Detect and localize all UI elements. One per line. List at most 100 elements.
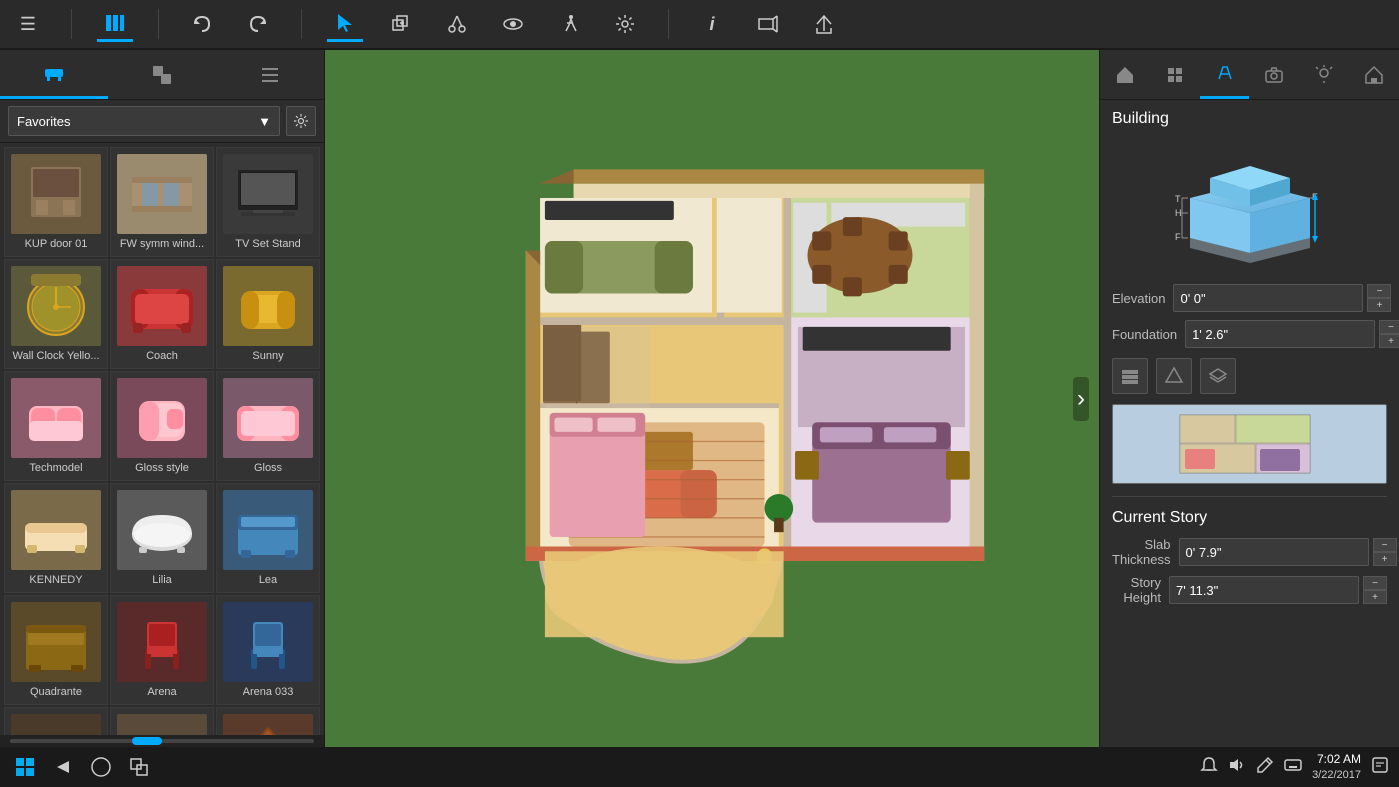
view3d-icon[interactable] <box>750 6 786 42</box>
elevation-input[interactable] <box>1173 284 1363 312</box>
expand-arrow[interactable]: › <box>1073 377 1089 421</box>
multitask-button[interactable] <box>124 752 154 782</box>
foundation-row: Foundation − + <box>1112 320 1387 348</box>
svg-text:F: F <box>1175 232 1181 242</box>
elevation-row: Elevation − + <box>1112 284 1387 312</box>
list-item[interactable]: KENNEDY <box>4 483 108 593</box>
clock-display: 7:02 AM 3/22/2017 <box>1312 752 1361 782</box>
duplicate-icon[interactable] <box>383 6 419 42</box>
slab-thickness-row: Slab Thickness − + <box>1112 537 1387 567</box>
list-item[interactable]: Arena <box>110 595 214 705</box>
elevation-label: Elevation <box>1112 291 1173 306</box>
scrollbar-thumb[interactable] <box>132 737 162 745</box>
back-button[interactable] <box>48 752 78 782</box>
foundation-increase-btn[interactable]: + <box>1379 334 1399 348</box>
slab-thickness-input[interactable] <box>1179 538 1369 566</box>
tab-objects[interactable] <box>1150 50 1200 99</box>
tab-paint[interactable] <box>1200 50 1250 99</box>
tab-list[interactable] <box>216 50 324 99</box>
windows-start-button[interactable] <box>10 752 40 782</box>
building-preview: T H F E <box>1112 138 1387 268</box>
item-label: Lilia <box>152 574 172 586</box>
list-item[interactable]: Wall Clock Yello... <box>4 259 108 369</box>
cut-icon[interactable] <box>439 6 475 42</box>
eye-icon[interactable] <box>495 6 531 42</box>
list-item[interactable]: Gloss style <box>110 371 214 481</box>
svg-text:H: H <box>1175 208 1182 218</box>
taskbar-left <box>10 752 154 782</box>
list-item[interactable]: Quadrante <box>4 595 108 705</box>
list-item[interactable]: KUP door 01 <box>4 147 108 257</box>
home-circle-button[interactable] <box>86 752 116 782</box>
tab-materials[interactable] <box>108 50 216 99</box>
redo-icon[interactable] <box>240 6 276 42</box>
list-item[interactable]: Gloss <box>216 371 320 481</box>
settings-icon[interactable] <box>607 6 643 42</box>
item-label: KENNEDY <box>29 574 82 586</box>
item-label: Gloss <box>254 462 282 474</box>
tab-home[interactable] <box>1349 50 1399 99</box>
list-item[interactable]: Lilia <box>110 483 214 593</box>
story-height-input[interactable] <box>1169 576 1359 604</box>
taskbar: 7:02 AM 3/22/2017 <box>0 747 1399 787</box>
time-text: 7:02 AM <box>1312 752 1361 768</box>
elevation-decrease-btn[interactable]: − <box>1367 284 1391 298</box>
story-height-row: Story Height − + <box>1112 575 1387 605</box>
slab-increase-btn[interactable]: + <box>1373 552 1397 566</box>
undo-icon[interactable] <box>184 6 220 42</box>
list-item[interactable]: Techmodel <box>4 371 108 481</box>
tab-light[interactable] <box>1299 50 1349 99</box>
slab-decrease-btn[interactable]: − <box>1373 538 1397 552</box>
right-panel: Building <box>1099 50 1399 747</box>
list-item[interactable]: partial3 <box>216 707 320 735</box>
select-icon[interactable] <box>327 6 363 42</box>
building-title: Building <box>1112 110 1387 128</box>
item-label: Gloss style <box>135 462 189 474</box>
elevation-increase-btn[interactable]: + <box>1367 298 1391 312</box>
tab-build[interactable] <box>1100 50 1150 99</box>
tab-camera[interactable] <box>1249 50 1299 99</box>
right-content: Building <box>1100 100 1399 747</box>
minimap <box>1112 404 1387 484</box>
scrollbar-track <box>10 739 314 743</box>
volume-icon[interactable] <box>1228 756 1246 777</box>
item-label: Wall Clock Yello... <box>12 350 99 362</box>
left-scrollbar[interactable] <box>0 735 324 747</box>
foundation-decrease-btn[interactable]: − <box>1379 320 1399 334</box>
favorites-dropdown[interactable]: Favorites ▼ <box>8 106 280 136</box>
left-tabs <box>0 50 324 100</box>
foundation-btns: − + <box>1379 320 1399 348</box>
floors-view-btn[interactable] <box>1112 358 1148 394</box>
info-icon[interactable]: i <box>694 6 730 42</box>
list-item[interactable]: Sunny <box>216 259 320 369</box>
action-center-icon[interactable] <box>1371 756 1389 777</box>
notification-icon[interactable] <box>1200 756 1218 777</box>
story-height-increase-btn[interactable]: + <box>1363 590 1387 604</box>
share-icon[interactable] <box>806 6 842 42</box>
list-item[interactable]: Coach <box>110 259 214 369</box>
list-item[interactable]: partial1 <box>4 707 108 735</box>
svg-text:T: T <box>1175 194 1181 204</box>
item-label: Lea <box>259 574 277 586</box>
library-icon[interactable] <box>97 6 133 42</box>
tab-furniture[interactable] <box>0 50 108 99</box>
list-item[interactable]: partial2 <box>110 707 214 735</box>
slab-thickness-label: Slab Thickness <box>1112 537 1179 567</box>
list-item[interactable]: TV Set Stand <box>216 147 320 257</box>
list-item[interactable]: Lea <box>216 483 320 593</box>
pen-icon[interactable] <box>1256 756 1274 777</box>
menu-icon[interactable]: ☰ <box>10 6 46 42</box>
roof-view-btn[interactable] <box>1156 358 1192 394</box>
layer-view-btn[interactable] <box>1200 358 1236 394</box>
settings-btn[interactable] <box>286 106 316 136</box>
keyboard-icon[interactable] <box>1284 756 1302 777</box>
foundation-input[interactable] <box>1185 320 1375 348</box>
favorites-bar: Favorites ▼ <box>0 100 324 143</box>
taskbar-right: 7:02 AM 3/22/2017 <box>1200 752 1389 782</box>
list-item[interactable]: Arena 033 <box>216 595 320 705</box>
date-text: 3/22/2017 <box>1312 768 1361 782</box>
list-item[interactable]: FW symm wind... <box>110 147 214 257</box>
items-grid: KUP door 01 FW symm wind... <box>0 143 324 735</box>
story-height-decrease-btn[interactable]: − <box>1363 576 1387 590</box>
walk-icon[interactable] <box>551 6 587 42</box>
